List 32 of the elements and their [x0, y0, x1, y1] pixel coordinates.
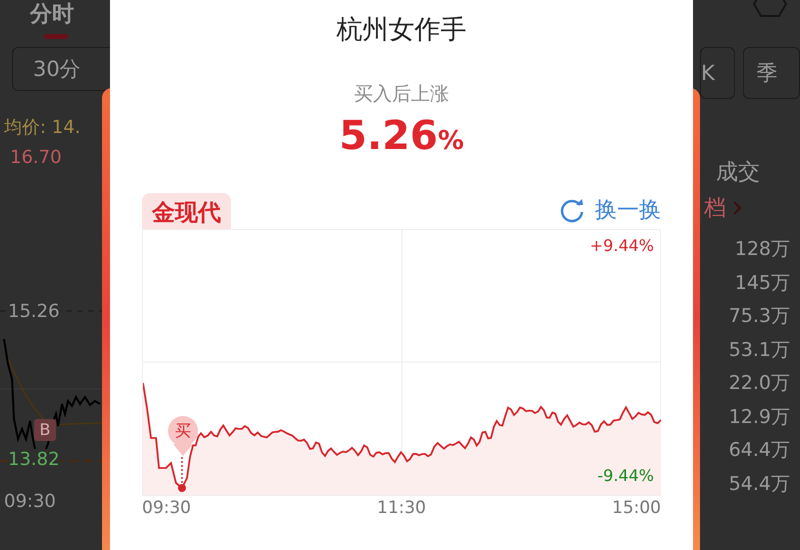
level-link[interactable]: 档 [704, 193, 726, 223]
tab-label[interactable]: 分时 [30, 2, 102, 28]
volume-value: 54.4万 [728, 472, 790, 496]
volume-value: 22.0万 [728, 371, 790, 396]
refresh-icon [559, 197, 585, 223]
price-label: 16.70 [10, 147, 62, 168]
volume-value: 12.9万 [728, 404, 790, 430]
buy-marker: B [34, 419, 56, 441]
percent-sign: % [438, 126, 464, 156]
stock-tag: 金现代 [142, 193, 231, 229]
tab-indicator [44, 34, 68, 39]
time-label: 09:30 [142, 498, 191, 518]
average-price-label: 均价: 14. [4, 116, 82, 139]
time-label: 15:00 [612, 498, 661, 518]
popup-title: 杭州女作手 [336, 14, 466, 47]
volume-header: 成交 [716, 159, 761, 187]
gain-value: 5.26 [339, 113, 438, 159]
period-button[interactable]: 季 [743, 47, 800, 99]
period-button[interactable]: K [700, 47, 736, 99]
time-label: 11:30 [377, 498, 426, 518]
chevron-icon [732, 200, 742, 216]
volume-value: 145万 [734, 270, 790, 296]
axis-label: -9.44% [597, 466, 654, 485]
volume-value: 75.3万 [728, 304, 790, 329]
leader-line [181, 457, 183, 484]
axis-label: +9.44% [590, 236, 654, 255]
buy-point [178, 484, 186, 492]
volume-value: 53.1万 [728, 338, 790, 362]
gain-caption: 买入后上涨 [354, 82, 449, 107]
volume-value: 128万 [734, 237, 790, 262]
volume-value: 64.4万 [728, 438, 790, 463]
refresh-button[interactable]: 换一换 [559, 195, 661, 229]
